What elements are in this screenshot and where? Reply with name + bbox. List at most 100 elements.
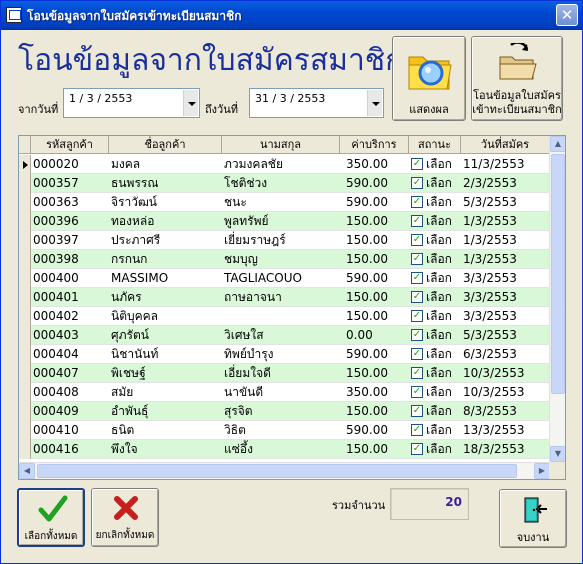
select-checkbox-label: เลือก: [426, 347, 452, 361]
row-selector[interactable]: [19, 250, 31, 269]
table-row[interactable]: 000397 ประภาศรี เยี่ยมราษฎร์ 150.00 ✓ เลือก 1/…: [19, 231, 550, 250]
row-selector[interactable]: [19, 288, 31, 307]
select-checkbox-label: เลือก: [426, 290, 452, 304]
cell-status[interactable]: ✓ เลือก: [409, 174, 461, 193]
select-checkbox[interactable]: ✓: [411, 329, 423, 341]
table-row[interactable]: 000410 ธนิต วิธิต 590.00 ✓ เลือก 13/3/2553: [19, 421, 550, 440]
table-row[interactable]: 000400 MASSIMO TAGLIACOUO 590.00 ✓ เลือก 3/3/2…: [19, 269, 550, 288]
from-date-combo[interactable]: 1 / 3 / 2553: [63, 88, 200, 118]
to-date-dropdown-icon[interactable]: [367, 90, 382, 116]
table-row[interactable]: 000357 ธนพรรณ โชติช่วง 590.00 ✓ เลือก 2/3/2553: [19, 174, 550, 193]
cell-status[interactable]: ✓ เลือก: [409, 269, 461, 288]
folder-search-icon: [408, 56, 452, 90]
cell-first-name: สมัย: [111, 385, 134, 399]
table-row[interactable]: 000409 อำพันธุ์ สุรจิต 150.00 ✓ เลือก 8/3/2553: [19, 402, 550, 421]
select-checkbox[interactable]: ✓: [411, 215, 423, 227]
count-label: รวมจำนวน: [332, 499, 386, 512]
select-checkbox[interactable]: ✓: [411, 234, 423, 246]
table-row[interactable]: 000408 สมัย นาขันดี 350.00 ✓ เลือก 10/3/2553: [19, 383, 550, 402]
table-row[interactable]: 000416 พึงใจ แซ่อึ้ง 150.00 ✓ เลือก 18/3/2553: [19, 440, 550, 459]
scroll-up-icon[interactable]: ▲: [550, 136, 565, 152]
header-apply-date[interactable]: วันที่สมัคร: [461, 136, 550, 154]
header-customer-code[interactable]: รหัสลูกค้า: [31, 136, 109, 154]
cell-status[interactable]: ✓ เลือก: [409, 231, 461, 250]
row-selector[interactable]: [19, 174, 31, 193]
row-selector[interactable]: [19, 345, 31, 364]
cell-status[interactable]: ✓ เลือก: [409, 212, 461, 231]
cell-status[interactable]: ✓ เลือก: [409, 421, 461, 440]
cell-apply-date: 8/3/2553: [463, 404, 517, 418]
cell-status[interactable]: ✓ เลือก: [409, 250, 461, 269]
select-checkbox[interactable]: ✓: [411, 367, 423, 379]
table-row[interactable]: 000407 พิเชษฐ์ เอี่ยมใจดี 150.00 ✓ เลือก 10/3/…: [19, 364, 550, 383]
select-checkbox[interactable]: ✓: [411, 386, 423, 398]
cell-first-name: พิเชษฐ์: [111, 366, 146, 380]
select-checkbox[interactable]: ✓: [411, 291, 423, 303]
deselect-all-button[interactable]: ยกเลิกทั้งหมด: [91, 488, 159, 547]
scroll-right-icon[interactable]: ▶: [534, 463, 550, 479]
table-row[interactable]: 000403 ศุภรัตน์ วิเศษใส 0.00 ✓ เลือก 5/3/2553: [19, 326, 550, 345]
select-checkbox-label: เลือก: [426, 309, 452, 323]
header-last-name[interactable]: นามสกุล: [222, 136, 340, 154]
row-selector[interactable]: [19, 402, 31, 421]
from-date-dropdown-icon[interactable]: [183, 90, 198, 116]
exit-button[interactable]: จบงาน: [499, 489, 567, 548]
select-checkbox[interactable]: ✓: [411, 158, 423, 170]
row-selector[interactable]: [19, 231, 31, 250]
show-button[interactable]: แสดงผล: [392, 36, 466, 121]
select-checkbox[interactable]: ✓: [411, 272, 423, 284]
select-checkbox[interactable]: ✓: [411, 443, 423, 455]
row-selector[interactable]: [19, 383, 31, 402]
vertical-scroll-thumb[interactable]: [551, 154, 565, 394]
table-header: รหัสลูกค้า ชื่อลูกค้า นามสกุล ค่าบริการ …: [19, 136, 550, 154]
select-checkbox[interactable]: ✓: [411, 310, 423, 322]
header-row-selector: [19, 136, 31, 154]
select-checkbox[interactable]: ✓: [411, 177, 423, 189]
cell-status[interactable]: ✓ เลือก: [409, 402, 461, 421]
cell-status[interactable]: ✓ เลือก: [409, 345, 461, 364]
header-first-name[interactable]: ชื่อลูกค้า: [109, 136, 222, 154]
folder-transfer-icon: [499, 43, 537, 80]
table-row[interactable]: 000402 นิติบุคคล 150.00 ✓ เลือก 3/3/2553: [19, 307, 550, 326]
table-row[interactable]: 000404 นิชานันท์ ทิพย์บำรุง 590.00 ✓ เลือก 6/3…: [19, 345, 550, 364]
table-row[interactable]: 000396 ทองหล่อ พูลทรัพย์ 150.00 ✓ เลือก 1/3/25…: [19, 212, 550, 231]
header-status[interactable]: สถานะ: [409, 136, 461, 154]
table-row[interactable]: 000398 กรกนก ชมบุญ 150.00 ✓ เลือก 1/3/2553: [19, 250, 550, 269]
cell-status[interactable]: ✓ เลือก: [409, 288, 461, 307]
select-checkbox[interactable]: ✓: [411, 196, 423, 208]
cell-status[interactable]: ✓ เลือก: [409, 155, 461, 174]
table-row[interactable]: 000363 จิราวัฒน์ ชนะ 590.00 ✓ เลือก 5/3/2553: [19, 193, 550, 212]
row-selector[interactable]: [19, 212, 31, 231]
select-checkbox[interactable]: ✓: [411, 405, 423, 417]
table-row[interactable]: 000401 นภัคร ถาษอาจนา 150.00 ✓ เลือก 3/3/2553: [19, 288, 550, 307]
row-selector[interactable]: [19, 440, 31, 459]
scroll-down-icon[interactable]: ▼: [550, 446, 565, 462]
row-selector[interactable]: [19, 421, 31, 440]
current-row-indicator[interactable]: [19, 155, 31, 174]
horizontal-scrollbar[interactable]: ◀ ▶: [19, 462, 550, 479]
scroll-left-icon[interactable]: ◀: [19, 463, 35, 479]
select-checkbox[interactable]: ✓: [411, 348, 423, 360]
vertical-scrollbar[interactable]: ▲ ▼: [549, 136, 565, 462]
cell-status[interactable]: ✓ เลือก: [409, 307, 461, 326]
cell-status[interactable]: ✓ เลือก: [409, 440, 461, 459]
header-fee[interactable]: ค่าบริการ: [340, 136, 409, 154]
select-checkbox[interactable]: ✓: [411, 424, 423, 436]
row-selector[interactable]: [19, 269, 31, 288]
row-selector[interactable]: [19, 326, 31, 345]
table-row[interactable]: 000020 มงคล ภวมงคลชัย 350.00 ✓ เลือก 11/3/2553: [19, 155, 550, 174]
to-date-combo[interactable]: 31 / 3 / 2553: [249, 88, 384, 118]
transfer-button[interactable]: โอนข้อมูลใบสมัคร เข้าทะเบียนสมาชิก: [471, 36, 563, 121]
select-checkbox[interactable]: ✓: [411, 253, 423, 265]
cell-status[interactable]: ✓ เลือก: [409, 383, 461, 402]
cell-status[interactable]: ✓ เลือก: [409, 193, 461, 212]
row-selector[interactable]: [19, 307, 31, 326]
row-selector[interactable]: [19, 364, 31, 383]
cell-status[interactable]: ✓ เลือก: [409, 326, 461, 345]
cell-customer-code: 000020: [33, 157, 79, 171]
close-button[interactable]: ✕: [556, 4, 578, 26]
cell-status[interactable]: ✓ เลือก: [409, 364, 461, 383]
select-all-button[interactable]: เลือกทั้งหมด: [17, 488, 85, 547]
row-selector[interactable]: [19, 193, 31, 212]
horizontal-scroll-thumb[interactable]: [37, 464, 517, 478]
